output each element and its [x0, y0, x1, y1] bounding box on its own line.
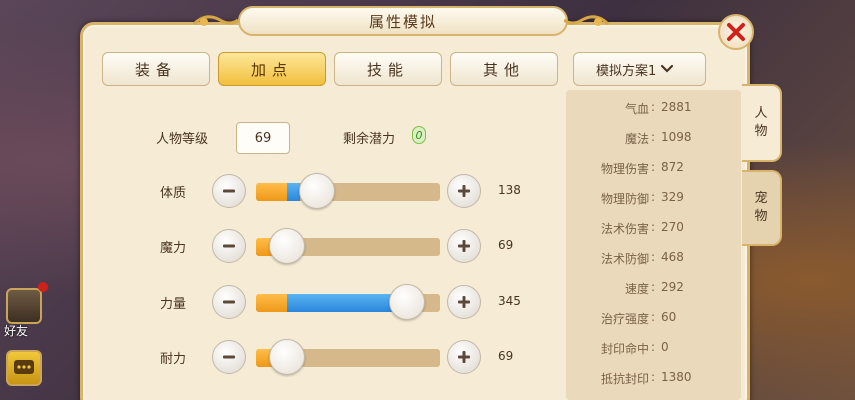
minus-icon — [223, 244, 235, 248]
stat-value: 270 — [661, 220, 684, 234]
stat-label: 物理伤害 — [600, 162, 649, 176]
attribute-row-magic: 魔力 69 — [0, 227, 560, 267]
character-level-input[interactable]: 69 — [236, 122, 290, 154]
window-title: 属性模拟 — [238, 6, 568, 36]
stat-label: 法术防御 — [600, 252, 649, 266]
decrease-button[interactable] — [212, 229, 246, 263]
base-points-fill — [256, 294, 288, 312]
attribute-row-endurance: 耐力 69 — [0, 338, 560, 378]
stat-value: 329 — [661, 190, 684, 204]
tab-equipment-label: 装备 — [134, 60, 177, 79]
increase-button[interactable] — [447, 285, 481, 319]
plus-icon — [458, 296, 470, 308]
stat-label: 速度 — [624, 282, 649, 296]
side-tab-character[interactable]: 人 物 — [742, 84, 782, 162]
stat-value: 1380 — [661, 370, 692, 384]
attribute-slider-handle[interactable] — [269, 228, 306, 264]
attribute-slider-handle[interactable] — [388, 284, 425, 320]
minus-icon — [223, 300, 235, 304]
tab-skills[interactable]: 技能 — [334, 52, 442, 86]
stat-label: 治疗强度 — [600, 312, 649, 326]
remaining-potential-value: 0 — [412, 126, 426, 144]
attribute-label: 魔力 — [160, 241, 187, 256]
increase-button[interactable] — [447, 174, 481, 208]
stat-value: 292 — [661, 280, 684, 294]
plus-icon — [458, 240, 470, 252]
attribute-value: 345 — [498, 294, 521, 308]
base-points-fill — [256, 183, 288, 201]
tab-add-points-label: 加点 — [250, 60, 293, 79]
attribute-value: 138 — [498, 183, 521, 197]
stat-value: 2881 — [661, 100, 692, 114]
increase-button[interactable] — [447, 340, 481, 374]
plan-select-label: 模拟方案1 — [596, 63, 657, 79]
side-tab-pet[interactable]: 宠 物 — [742, 170, 782, 246]
title-ornament-right-icon — [564, 15, 610, 26]
stat-label: 法术伤害 — [600, 222, 649, 236]
stat-value: 468 — [661, 250, 684, 264]
attribute-slider-handle[interactable] — [269, 339, 306, 375]
character-level-value: 69 — [254, 130, 272, 146]
side-tab-pet-label-1: 宠 — [754, 191, 768, 206]
stat-label: 气血 — [624, 102, 649, 116]
stat-row-magic-damage: 法术伤害:270 — [600, 220, 684, 236]
tab-other[interactable]: 其他 — [450, 52, 558, 86]
decrease-button[interactable] — [212, 174, 246, 208]
attribute-slider-track[interactable] — [256, 183, 440, 201]
decrease-button[interactable] — [212, 340, 246, 374]
attribute-row-constitution: 体质 138 — [0, 172, 560, 212]
stat-row-seal-resist: 抵抗封印:1380 — [600, 370, 692, 386]
stat-row-physical-damage: 物理伤害:872 — [600, 160, 684, 176]
stat-value: 60 — [661, 310, 677, 324]
side-tab-pet-label-2: 物 — [754, 209, 768, 224]
attribute-label: 耐力 — [160, 352, 187, 367]
tab-other-label: 其他 — [482, 60, 525, 79]
plus-icon — [458, 351, 470, 363]
stat-row-speed: 速度:292 — [624, 280, 684, 296]
remaining-potential-label: 剩余潜力 — [343, 132, 396, 147]
minus-icon — [223, 189, 235, 193]
window-title-text: 属性模拟 — [368, 12, 437, 31]
stat-value: 1098 — [661, 130, 692, 144]
stat-label: 抵抗封印 — [600, 372, 649, 386]
stat-label: 封印命中 — [600, 342, 649, 356]
stat-value: 872 — [661, 160, 684, 174]
stat-row-hp: 气血:2881 — [624, 100, 692, 116]
close-button[interactable] — [718, 14, 754, 50]
friends-label: 好友 — [4, 324, 29, 338]
title-ornament-left-icon — [192, 15, 238, 26]
stat-label: 魔法 — [624, 132, 649, 146]
minus-icon — [223, 355, 235, 359]
side-tab-character-label-2: 物 — [754, 124, 768, 139]
stat-label: 物理防御 — [600, 192, 649, 206]
attribute-label: 力量 — [160, 297, 187, 312]
stat-row-mp: 魔法:1098 — [624, 130, 692, 146]
stat-row-magic-defense: 法术防御:468 — [600, 250, 684, 266]
increase-button[interactable] — [447, 229, 481, 263]
attribute-label: 体质 — [160, 186, 187, 201]
stat-row-seal-hit: 封印命中:0 — [600, 340, 669, 356]
tab-equipment[interactable]: 装备 — [102, 52, 210, 86]
plus-icon — [458, 185, 470, 197]
character-level-label: 人物等级 — [156, 132, 209, 147]
close-icon — [727, 23, 745, 41]
stat-row-healing-power: 治疗强度:60 — [600, 310, 677, 326]
decrease-button[interactable] — [212, 285, 246, 319]
tab-skills-label: 技能 — [366, 60, 409, 79]
tab-add-points[interactable]: 加点 — [218, 52, 326, 86]
attribute-value: 69 — [498, 238, 514, 252]
attribute-value: 69 — [498, 349, 514, 363]
attribute-row-strength: 力量 345 — [0, 283, 560, 323]
chevron-down-icon — [661, 64, 674, 73]
stat-row-physical-defense: 物理防御:329 — [600, 190, 684, 206]
attribute-slider-handle[interactable] — [298, 173, 335, 209]
category-tabs: 装备 加点 技能 其他 — [102, 52, 558, 86]
side-tab-character-label-1: 人 — [754, 106, 768, 121]
plan-select[interactable]: 模拟方案1 — [573, 52, 706, 86]
derived-stats-panel: 气血:2881 魔法:1098 物理伤害:872 物理防御:329 法术伤害:2… — [566, 90, 741, 400]
stat-value: 0 — [661, 340, 669, 354]
